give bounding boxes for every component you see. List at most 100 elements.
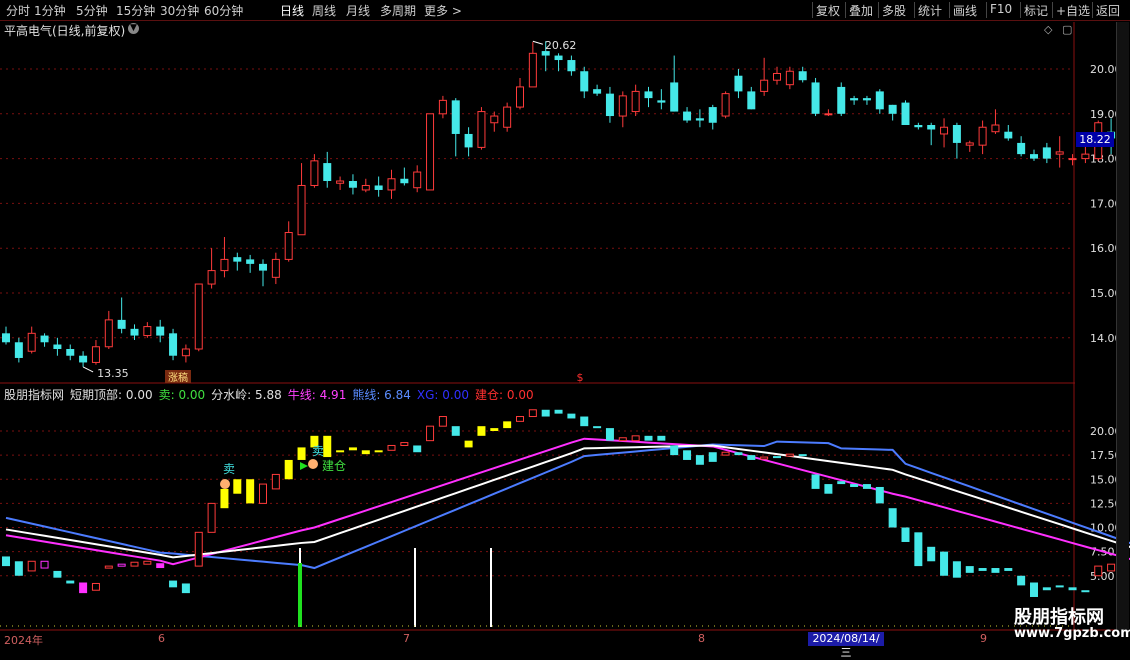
- candlestick-chart: 20.0019.0018.0017.0016.0015.0014.0020.00…: [0, 22, 1130, 631]
- indicator-bar: [53, 570, 62, 578]
- candle-body: [40, 335, 49, 343]
- candle-body: [721, 93, 730, 117]
- candle-body: [824, 113, 833, 116]
- indicator-bar: [657, 435, 666, 441]
- indicator-bar: [1055, 585, 1064, 588]
- candle-body: [695, 118, 704, 121]
- indicator-bar: [27, 560, 36, 572]
- high-price-label: 20.62: [545, 39, 577, 52]
- indicator-bar: [978, 568, 987, 571]
- candle-body: [271, 258, 280, 278]
- indicator-bar: [1068, 587, 1077, 591]
- x-label-aug: 8: [698, 632, 705, 645]
- right-scrollbar[interactable]: [1116, 22, 1129, 630]
- indicator-bar: [297, 447, 306, 460]
- indicator-bar: [387, 444, 396, 451]
- indicator-bar: [644, 435, 653, 441]
- candle-body: [143, 326, 152, 337]
- indicator-bar: [991, 568, 1000, 573]
- indicator-bar: [734, 452, 743, 456]
- sell-marker-icon: [308, 459, 318, 469]
- indicator-bar: [181, 583, 190, 594]
- indicator-bar: [862, 484, 871, 489]
- x-label-sep: 9: [980, 632, 987, 645]
- indicator-bar: [837, 481, 846, 485]
- candle-body: [233, 257, 242, 262]
- candle-body: [888, 104, 897, 114]
- indicator-bar: [760, 456, 769, 460]
- indicator-bar: [1004, 568, 1013, 571]
- candle-body: [181, 348, 190, 357]
- build-arrow-icon: [300, 462, 308, 470]
- sell-label: 卖: [223, 462, 235, 476]
- candle-body: [1042, 147, 1051, 159]
- indicator-value: 建仓: 0.00: [475, 388, 534, 402]
- indicator-bar: [117, 563, 126, 567]
- indicator-bar: [66, 580, 75, 584]
- indicator-bar: [721, 451, 730, 456]
- indicator-bar: [1017, 575, 1026, 586]
- indicator-bar: [40, 560, 49, 569]
- candle-body: [503, 106, 512, 128]
- indicator-bar: [259, 483, 267, 504]
- indicator-bar: [400, 442, 409, 446]
- candle-body: [156, 326, 165, 336]
- candle-body: [1068, 158, 1077, 161]
- candle-body: [130, 328, 139, 336]
- build-label: 建仓: [322, 459, 346, 473]
- candle-body: [490, 115, 499, 124]
- candle-body: [387, 178, 396, 191]
- low-pointer: [82, 366, 94, 373]
- indicator-bar: [91, 582, 100, 591]
- indicator-bar: [490, 428, 499, 431]
- indicator-header: 股朋指标网 短期顶部: 0.00 卖: 0.00 分水岭: 5.88 牛线: 4.91 熊…: [4, 386, 540, 403]
- candle-body: [618, 95, 627, 117]
- candle-body: [207, 270, 216, 285]
- candle-body: [104, 319, 113, 348]
- candle-body: [644, 91, 653, 99]
- candle-body: [1081, 153, 1090, 160]
- indicator-bar: [233, 479, 242, 494]
- indicator-bar: [940, 551, 949, 576]
- candle-body: [438, 99, 447, 115]
- dollar-mark: $: [577, 371, 584, 384]
- indicator-bar: [464, 440, 473, 448]
- indicator-bar: [2, 556, 10, 567]
- indicator-bar: [1094, 565, 1103, 577]
- indicator-bar: [336, 450, 345, 453]
- candle-body: [323, 163, 332, 181]
- indicator-bar: [670, 445, 679, 456]
- indicator-value: XG: 0.00: [416, 388, 470, 402]
- candle-body: [516, 86, 524, 108]
- candle-body: [901, 102, 910, 125]
- candle-body: [451, 100, 460, 134]
- candle-body: [850, 98, 859, 101]
- candle-body: [670, 82, 679, 112]
- candle-body: [837, 86, 846, 114]
- sell-label: 卖: [312, 444, 324, 458]
- indicator-bar: [503, 421, 512, 429]
- indicator-bar: [348, 447, 357, 451]
- indicator-bar: [194, 531, 203, 567]
- candle-body: [952, 125, 961, 143]
- indicator-bar: [207, 502, 216, 533]
- candle-body: [1030, 154, 1038, 159]
- indicator-bar: [413, 445, 422, 453]
- indicator-bar: [1042, 587, 1051, 591]
- candle-body: [785, 70, 794, 86]
- indicator-bar: [747, 455, 756, 460]
- candle-body: [464, 133, 473, 148]
- candle-body: [875, 91, 884, 110]
- candle-body: [593, 89, 602, 94]
- indicator-bar: [143, 560, 152, 565]
- date-cursor-badge: 2024/08/14/三: [808, 632, 884, 659]
- sell-signal-bar: [298, 563, 302, 627]
- candle-body: [1017, 142, 1026, 155]
- candle-body: [862, 98, 871, 101]
- candle-body: [297, 184, 306, 236]
- candle-body: [2, 333, 10, 343]
- candle-body: [400, 178, 409, 184]
- candle-body: [580, 71, 589, 92]
- indicator-bar: [708, 452, 717, 462]
- indicator-value: 卖: 0.00: [158, 388, 206, 402]
